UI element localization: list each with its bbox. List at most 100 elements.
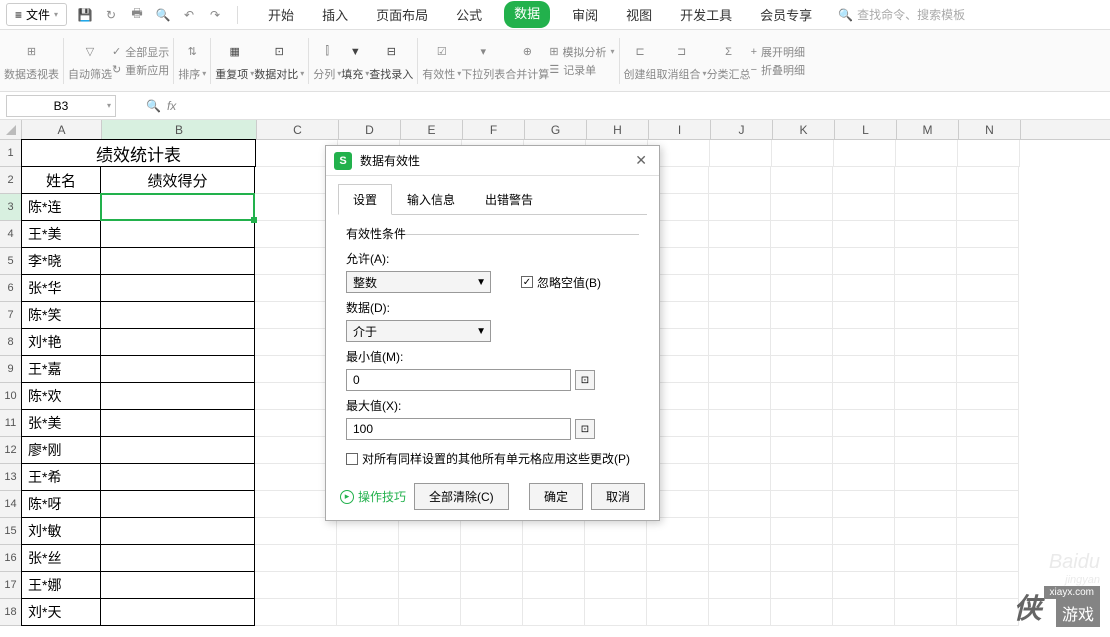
cell-A5[interactable]: 李*晓: [21, 247, 101, 275]
file-menu[interactable]: ≡ 文件 ▾: [6, 3, 67, 26]
sort-button[interactable]: ⇅排序▾: [178, 40, 206, 82]
ungroup-button[interactable]: ⊐取消组合▾: [657, 40, 707, 82]
row-header-9[interactable]: 9: [0, 356, 22, 383]
clear-all-button[interactable]: 全部清除(C): [414, 483, 509, 510]
cell-N2[interactable]: [957, 167, 1019, 194]
cell-E16[interactable]: [399, 545, 461, 572]
cell-M11[interactable]: [895, 410, 957, 437]
reapply-button[interactable]: ↻重新应用: [112, 62, 169, 78]
cell-M12[interactable]: [895, 437, 957, 464]
cell-K16[interactable]: [771, 545, 833, 572]
min-input[interactable]: 0: [346, 369, 571, 391]
redo-icon[interactable]: ↷: [207, 7, 223, 23]
cell-J10[interactable]: [709, 383, 771, 410]
cell-N10[interactable]: [957, 383, 1019, 410]
cell-M13[interactable]: [895, 464, 957, 491]
pivot-table-button[interactable]: ⊞数据透视表: [4, 40, 59, 82]
cell-M3[interactable]: [895, 194, 957, 221]
cell-N13[interactable]: [957, 464, 1019, 491]
col-header-J[interactable]: J: [711, 120, 773, 139]
cell-M16[interactable]: [895, 545, 957, 572]
col-header-F[interactable]: F: [463, 120, 525, 139]
search-command[interactable]: 🔍 查找命令、搜索模板: [838, 6, 965, 23]
validity-button[interactable]: ☑有效性▾: [422, 40, 461, 82]
print-icon[interactable]: 🖶: [129, 7, 145, 23]
cancel-button[interactable]: 取消: [591, 483, 645, 510]
col-header-A[interactable]: A: [22, 120, 102, 139]
cell-F17[interactable]: [461, 572, 523, 599]
cell-N8[interactable]: [957, 329, 1019, 356]
select-all-corner[interactable]: [0, 120, 22, 139]
cell-L9[interactable]: [833, 356, 895, 383]
cell-M4[interactable]: [895, 221, 957, 248]
tab-data[interactable]: 数据: [504, 1, 550, 28]
cell-A12[interactable]: 廖*刚: [21, 436, 101, 464]
cell-C18[interactable]: [255, 599, 337, 626]
col-header-D[interactable]: D: [339, 120, 401, 139]
cell-H16[interactable]: [585, 545, 647, 572]
cell-K18[interactable]: [771, 599, 833, 626]
cell-A17[interactable]: 王*娜: [21, 571, 101, 599]
ignore-blank-checkbox[interactable]: ✓ 忽略空值(B): [521, 274, 601, 291]
form-button[interactable]: ☰记录单: [549, 62, 614, 78]
cell-K3[interactable]: [771, 194, 833, 221]
row-header-5[interactable]: 5: [0, 248, 22, 275]
lookup-button[interactable]: ⊟查找录入: [369, 40, 413, 82]
cell-C15[interactable]: [255, 518, 337, 545]
dialog-titlebar[interactable]: S 数据有效性 ✕: [326, 146, 659, 176]
duplicates-button[interactable]: ▦重复项▾: [215, 40, 254, 82]
cell-N12[interactable]: [957, 437, 1019, 464]
cell-K14[interactable]: [771, 491, 833, 518]
cell-L1[interactable]: [834, 140, 896, 167]
tab-insert[interactable]: 插入: [316, 1, 354, 28]
cell-K10[interactable]: [771, 383, 833, 410]
cell-A8[interactable]: 刘*艳: [21, 328, 101, 356]
cell-K13[interactable]: [771, 464, 833, 491]
cell-J3[interactable]: [709, 194, 771, 221]
cell-C16[interactable]: [255, 545, 337, 572]
cell-D16[interactable]: [337, 545, 399, 572]
dropdown-button[interactable]: ▾下拉列表: [461, 40, 505, 82]
cell-A14[interactable]: 陈*呀: [21, 490, 101, 518]
cell-N11[interactable]: [957, 410, 1019, 437]
cell-I16[interactable]: [647, 545, 709, 572]
cell-N3[interactable]: [957, 194, 1019, 221]
row-header-12[interactable]: 12: [0, 437, 22, 464]
cell-A4[interactable]: 王*美: [21, 220, 101, 248]
cell-G18[interactable]: [523, 599, 585, 626]
cell-M6[interactable]: [895, 275, 957, 302]
cell-J11[interactable]: [709, 410, 771, 437]
cell-M7[interactable]: [895, 302, 957, 329]
cell-K4[interactable]: [771, 221, 833, 248]
split-button[interactable]: ⫿分列▾: [313, 40, 341, 82]
cell-M18[interactable]: [895, 599, 957, 626]
cell-M15[interactable]: [895, 518, 957, 545]
cell-B12[interactable]: [100, 436, 255, 464]
cell-E17[interactable]: [399, 572, 461, 599]
cell-J6[interactable]: [709, 275, 771, 302]
cell-K5[interactable]: [771, 248, 833, 275]
cell-B8[interactable]: [100, 328, 255, 356]
cell-J2[interactable]: [709, 167, 771, 194]
tip-link[interactable]: ▸ 操作技巧: [340, 488, 406, 505]
col-header-E[interactable]: E: [401, 120, 463, 139]
cell-B5[interactable]: [100, 247, 255, 275]
cell-N7[interactable]: [957, 302, 1019, 329]
max-input[interactable]: 100: [346, 418, 571, 440]
tab-member[interactable]: 会员专享: [754, 1, 818, 28]
col-header-I[interactable]: I: [649, 120, 711, 139]
row-header-15[interactable]: 15: [0, 518, 22, 545]
cell-L2[interactable]: [833, 167, 895, 194]
cell-K11[interactable]: [771, 410, 833, 437]
cell-K7[interactable]: [771, 302, 833, 329]
cell-B16[interactable]: [100, 544, 255, 572]
cell-J15[interactable]: [709, 518, 771, 545]
cell-A15[interactable]: 刘*敏: [21, 517, 101, 545]
cell-N9[interactable]: [957, 356, 1019, 383]
cell-L5[interactable]: [833, 248, 895, 275]
cell-N15[interactable]: [957, 518, 1019, 545]
undo-icon[interactable]: ↶: [181, 7, 197, 23]
cell-G16[interactable]: [523, 545, 585, 572]
cell-N14[interactable]: [957, 491, 1019, 518]
cell-L10[interactable]: [833, 383, 895, 410]
